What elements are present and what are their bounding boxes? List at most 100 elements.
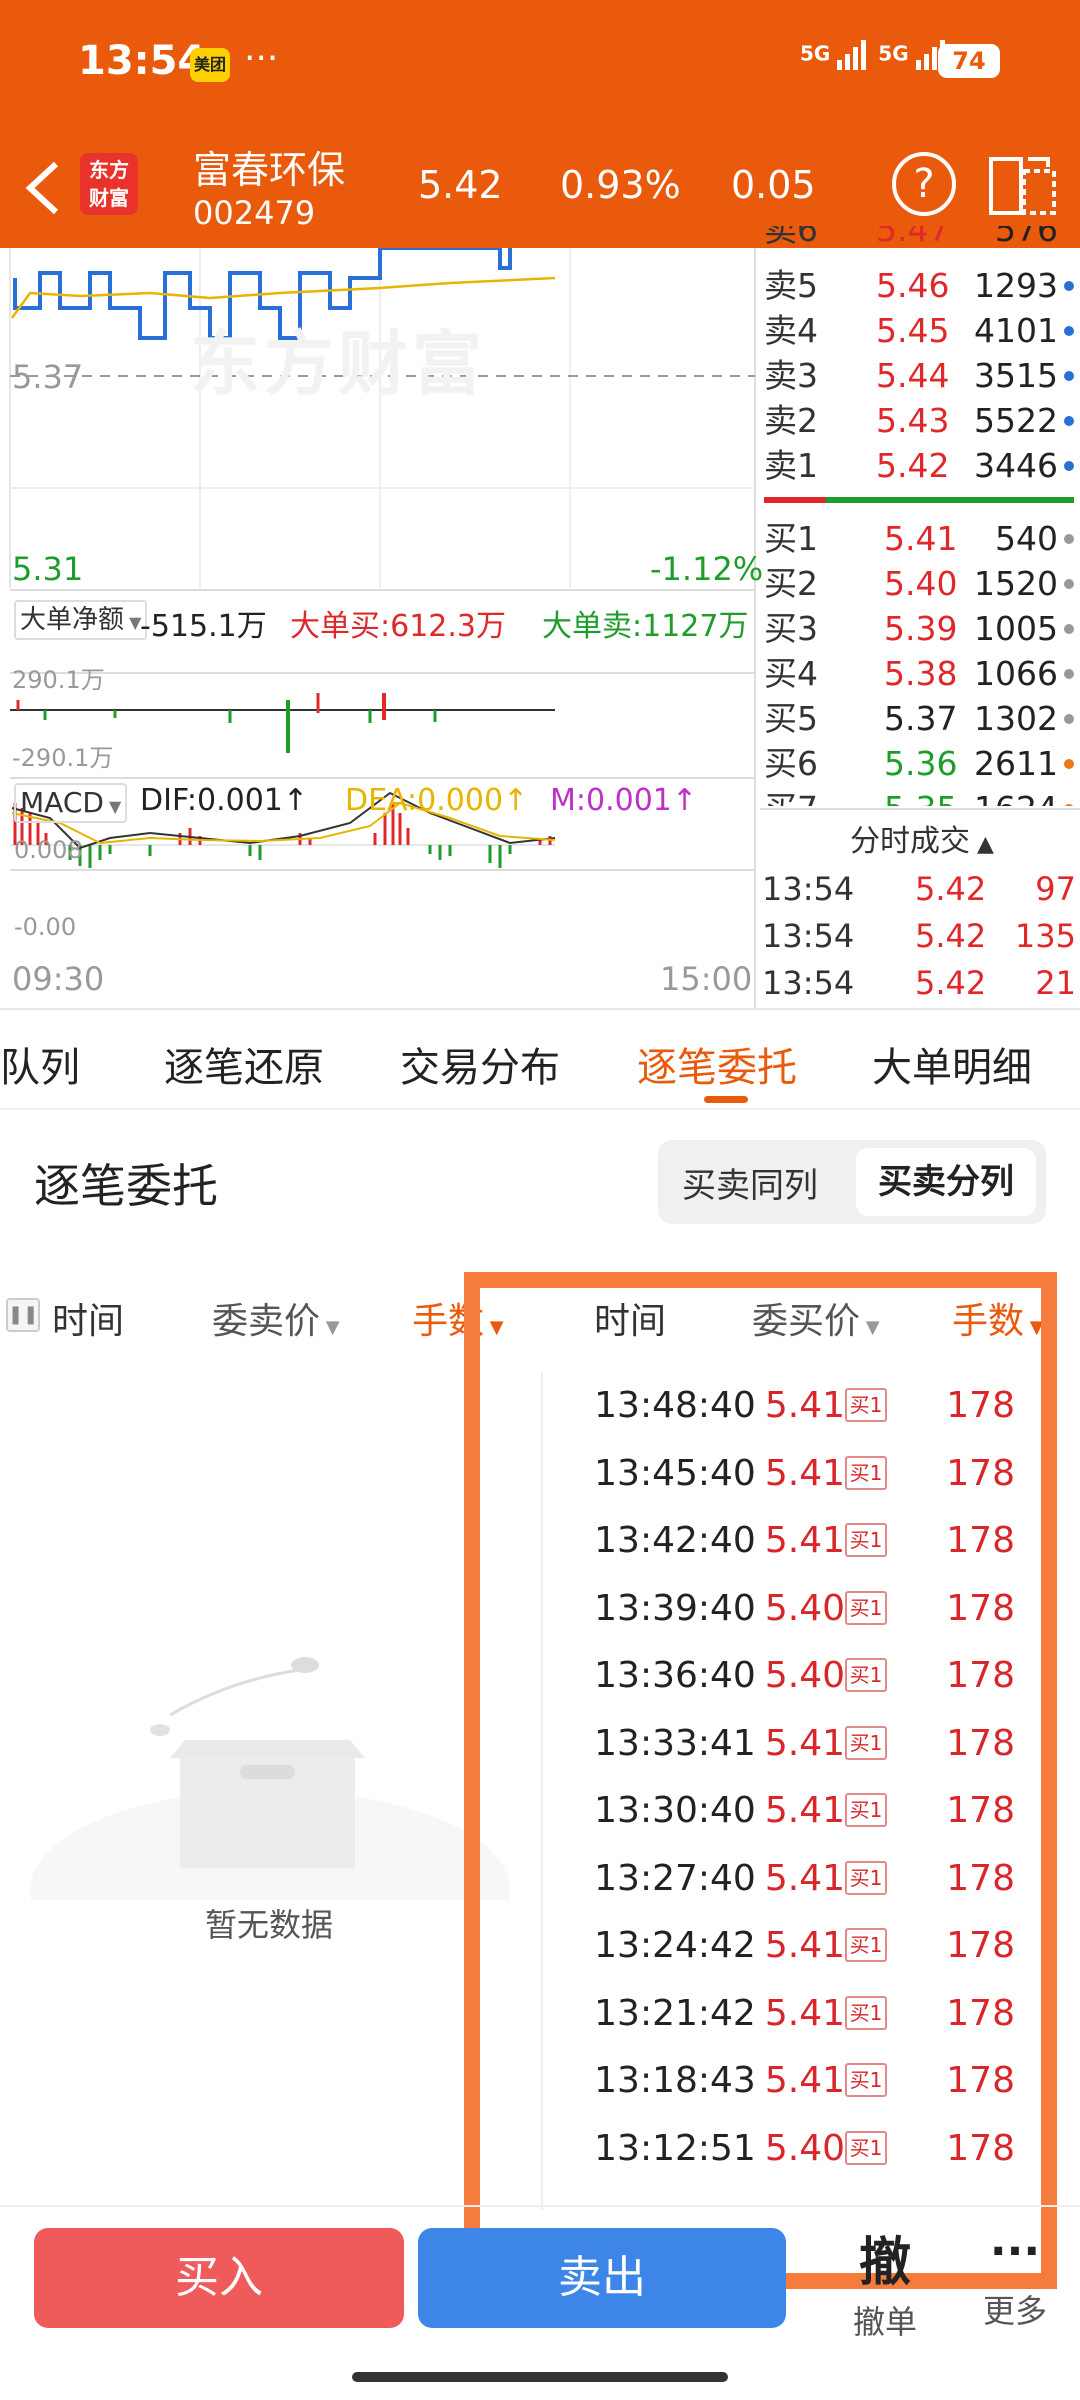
signal-bars-icon bbox=[837, 40, 867, 70]
order-row-buy1[interactable]: 买1 5.41 540 bbox=[764, 516, 1080, 561]
empty-box-icon bbox=[30, 1657, 510, 1900]
more-button[interactable]: ··· 更多 bbox=[970, 2220, 1060, 2332]
logo-line-2: 财富 bbox=[89, 186, 129, 210]
order-row-buy2[interactable]: 买2 5.40 1520 bbox=[764, 561, 1080, 606]
cancel-icon: 撤 bbox=[858, 2233, 911, 2293]
sell-dot-icon bbox=[1064, 371, 1074, 381]
order-row-buy6[interactable]: 买6 5.36 2611 bbox=[764, 741, 1080, 786]
sell-button[interactable]: 卖出 bbox=[418, 2228, 786, 2328]
active-tab-indicator bbox=[704, 1096, 748, 1103]
order-row-buy4[interactable]: 买4 5.38 1066 bbox=[764, 651, 1080, 696]
detail-tabs: 排队列 逐笔还原 交易分布 逐笔委托 大单明细 bbox=[0, 1010, 1080, 1110]
order-price: 5.46 bbox=[876, 266, 950, 305]
order-row-sell2[interactable]: 卖2 5.43 5522 bbox=[764, 398, 1080, 443]
col-sell-price[interactable]: 委卖价 ▼ bbox=[212, 1292, 340, 1344]
highlight-annotation-box bbox=[464, 1272, 1057, 2289]
tab-distribution[interactable]: 交易分布 bbox=[400, 1035, 560, 1093]
order-volume: 1302 bbox=[974, 699, 1058, 738]
order-label: 卖5 bbox=[764, 266, 818, 305]
order-volume: 3515 bbox=[974, 356, 1058, 395]
order-label: 买6 bbox=[764, 744, 818, 783]
help-symbol: ? bbox=[913, 161, 935, 207]
status-bar: 13:54 美团 ··· 5G 5G 74 bbox=[0, 0, 1080, 125]
order-volume: 1624 bbox=[974, 786, 1058, 806]
macd-axis-bottom: -0.00 bbox=[14, 913, 77, 941]
order-volume: 1005 bbox=[974, 609, 1058, 648]
order-label: 买2 bbox=[764, 564, 818, 603]
tab-orders[interactable]: 逐笔委托 bbox=[637, 1035, 797, 1093]
order-label: 卖1 bbox=[764, 446, 818, 485]
order-label: 买7 bbox=[764, 786, 818, 806]
bigorder-buy: 大单买:612.3万 bbox=[290, 609, 506, 644]
split-screen-icon[interactable] bbox=[988, 153, 1058, 217]
tick-price: 5.42 bbox=[915, 917, 987, 955]
order-label: 买1 bbox=[764, 519, 818, 558]
order-row-sell3[interactable]: 卖3 5.44 3515 bbox=[764, 353, 1080, 398]
buy-dot-icon bbox=[1064, 714, 1074, 724]
tick-row: 13:54 5.42 97 bbox=[760, 866, 1080, 912]
status-time: 13:54 bbox=[78, 38, 206, 84]
chart-area[interactable]: 东方财富 5.37 5.31 -1.12% 大单净额 ▼ -515.1万 大单买… bbox=[0, 248, 763, 1010]
section-title: 逐笔委托 bbox=[34, 1159, 218, 1213]
sort-caret-icon: ▼ bbox=[320, 1317, 340, 1338]
order-volume: 1293 bbox=[974, 266, 1058, 305]
tab-big-orders[interactable]: 大单明细 bbox=[872, 1035, 1032, 1093]
order-row-sell1[interactable]: 卖1 5.42 3446 bbox=[764, 443, 1080, 488]
tab-label: 交易分布 bbox=[400, 1045, 560, 1091]
order-row-buy7[interactable]: 买75.351624 bbox=[764, 786, 1080, 806]
stock-price: 5.42 bbox=[418, 163, 503, 207]
buy-button[interactable]: 买入 bbox=[34, 2228, 404, 2328]
macd-dif: DIF:0.001↑ bbox=[140, 783, 309, 818]
seg-split-column[interactable]: 买卖分列 bbox=[856, 1148, 1036, 1216]
cancel-label: 撤单 bbox=[852, 2303, 917, 2341]
order-row-sell6[interactable]: 卖6 5.47 576 bbox=[764, 226, 1080, 248]
more-icon: ··· bbox=[989, 2226, 1041, 2277]
ticks-header[interactable]: 分时成交 ▲ bbox=[850, 816, 994, 860]
order-row-buy5[interactable]: 买5 5.37 1302 bbox=[764, 696, 1080, 741]
order-volume: 4101 bbox=[974, 311, 1058, 350]
home-indicator bbox=[352, 2372, 728, 2382]
macd-m: M:0.001↑ bbox=[550, 783, 698, 818]
signal-2-label: 5G bbox=[878, 41, 909, 66]
eastmoney-logo: 东方 财富 bbox=[80, 153, 138, 215]
buy-dot-icon bbox=[1064, 804, 1074, 806]
order-price: 5.41 bbox=[884, 519, 958, 558]
seg-split-label: 买卖分列 bbox=[878, 1162, 1014, 1202]
order-row-sell5[interactable]: 卖5 5.46 1293 bbox=[764, 263, 1080, 308]
chart-watermark: 东方财富 bbox=[190, 323, 486, 405]
help-icon[interactable]: ? bbox=[892, 152, 956, 216]
buy-dot-icon bbox=[1064, 534, 1074, 544]
seg-same-column[interactable]: 买卖同列 bbox=[682, 1158, 818, 1207]
stock-name[interactable]: 富春环保 bbox=[193, 139, 345, 194]
buy-dot-icon bbox=[1064, 669, 1074, 679]
order-volume: 540 bbox=[995, 519, 1058, 558]
tab-restore[interactable]: 逐笔还原 bbox=[164, 1035, 324, 1093]
order-label: 卖6 bbox=[764, 226, 818, 248]
meituan-app-icon: 美团 bbox=[190, 48, 230, 82]
tab-label: 大单明细 bbox=[872, 1045, 1032, 1091]
tab-queue[interactable]: 排队列 bbox=[0, 1035, 80, 1093]
order-price: 5.45 bbox=[876, 311, 950, 350]
cancel-order-button[interactable]: 撤 撤单 bbox=[840, 2220, 930, 2343]
bigorder-net: -515.1万 bbox=[140, 609, 267, 644]
buy-ratio-fill bbox=[764, 497, 826, 503]
bigorder-selector[interactable]: 大单净额 ▼ bbox=[14, 600, 148, 640]
col-sell-time: 时间 bbox=[52, 1301, 125, 1342]
stock-change: 0.05 bbox=[731, 163, 816, 207]
order-price: 5.44 bbox=[876, 356, 950, 395]
tab-label: 逐笔还原 bbox=[164, 1045, 324, 1091]
sell-dot-icon bbox=[1064, 461, 1074, 471]
back-icon[interactable] bbox=[22, 160, 62, 216]
order-label: 卖2 bbox=[764, 401, 818, 440]
pause-icon[interactable]: ❚❚ bbox=[6, 1298, 40, 1332]
macd-selector[interactable]: MACD ▼ bbox=[14, 783, 128, 823]
signal-icon: 5G 5G bbox=[800, 38, 950, 72]
logo-line-1: 东方 bbox=[89, 158, 129, 182]
low-price-label: 5.31 bbox=[12, 550, 84, 588]
macd-axis-top: 0.008 bbox=[14, 836, 83, 864]
order-volume: 5522 bbox=[974, 401, 1058, 440]
stock-code: 002479 bbox=[193, 194, 316, 232]
order-row-buy3[interactable]: 买3 5.39 1005 bbox=[764, 606, 1080, 651]
order-volume: 1520 bbox=[974, 564, 1058, 603]
order-row-sell4[interactable]: 卖4 5.45 4101 bbox=[764, 308, 1080, 353]
